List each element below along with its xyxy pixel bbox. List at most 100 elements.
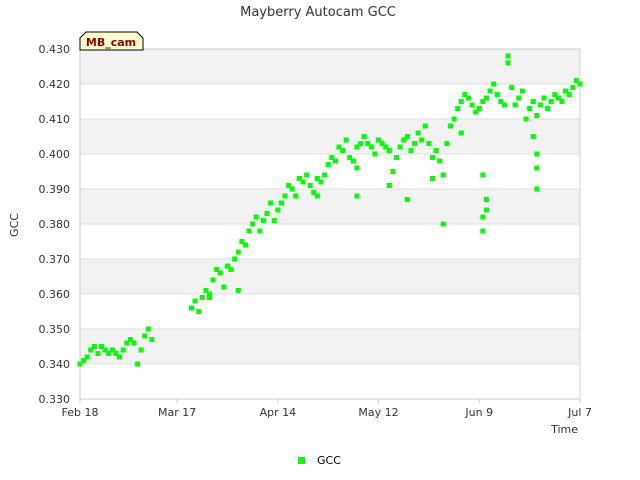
data-point — [451, 116, 457, 122]
data-point — [501, 102, 507, 108]
data-point — [142, 333, 148, 339]
data-point — [534, 151, 540, 157]
data-point — [509, 85, 515, 90]
data-point — [404, 134, 410, 139]
y-tick-label: 0.380 — [39, 218, 71, 231]
data-point — [332, 158, 338, 164]
data-point — [448, 123, 454, 129]
data-point — [300, 179, 306, 185]
y-tick-label: 0.330 — [39, 393, 71, 406]
y-tick-label: 0.420 — [39, 78, 71, 91]
data-point — [386, 183, 392, 188]
data-point — [354, 193, 360, 199]
data-point — [512, 102, 518, 108]
data-point — [430, 155, 436, 160]
data-point — [419, 137, 425, 143]
data-point — [527, 106, 533, 111]
data-point — [534, 165, 540, 171]
data-point — [350, 158, 356, 164]
data-point — [530, 134, 536, 139]
x-tick-label: Jun 9 — [464, 406, 493, 419]
grid-band — [80, 49, 580, 84]
grid-bands — [80, 49, 580, 364]
y-tick-label: 0.350 — [39, 323, 71, 336]
data-point — [505, 53, 511, 59]
data-point — [325, 162, 331, 167]
y-tick-label: 0.340 — [39, 358, 71, 371]
data-point — [228, 267, 234, 272]
data-point — [523, 116, 529, 122]
data-point — [390, 169, 396, 174]
data-point — [404, 197, 410, 202]
data-point — [566, 92, 572, 97]
data-point — [131, 340, 137, 346]
data-point — [271, 218, 277, 223]
data-point — [206, 295, 212, 300]
data-point — [260, 218, 266, 223]
data-point — [217, 270, 223, 276]
data-point — [483, 207, 489, 213]
data-point — [519, 88, 525, 94]
data-point — [275, 207, 281, 213]
data-point — [257, 228, 263, 234]
data-point — [458, 99, 464, 104]
data-point — [304, 172, 310, 178]
data-point — [494, 92, 500, 97]
data-point — [354, 165, 360, 171]
data-point — [386, 148, 392, 153]
x-tick-label: Jul 7 — [567, 406, 592, 419]
data-point — [440, 172, 446, 178]
data-point — [192, 298, 198, 304]
data-point — [264, 211, 270, 216]
data-point — [440, 221, 446, 227]
data-point — [138, 347, 144, 353]
data-point — [322, 172, 328, 178]
data-point — [199, 295, 205, 300]
data-point — [289, 186, 295, 192]
data-point — [210, 277, 216, 283]
data-point — [530, 99, 536, 104]
grid-band — [80, 259, 580, 294]
data-point — [235, 249, 241, 255]
data-point — [570, 85, 576, 90]
data-point — [408, 148, 414, 153]
data-point — [235, 288, 241, 293]
data-point — [480, 172, 486, 178]
data-point — [145, 326, 151, 332]
data-point — [221, 284, 227, 290]
data-point — [465, 95, 471, 101]
data-point — [469, 102, 475, 108]
data-point — [117, 354, 123, 360]
data-point — [541, 95, 547, 101]
legend: GCC — [298, 454, 341, 467]
data-point — [422, 123, 428, 129]
y-tick-label: 0.390 — [39, 183, 71, 196]
data-point — [318, 179, 324, 185]
data-point — [534, 113, 540, 118]
data-point — [433, 148, 439, 153]
x-tick-label: Feb 18 — [62, 406, 99, 419]
data-point — [480, 214, 486, 220]
data-point — [415, 130, 421, 136]
data-point — [537, 102, 543, 108]
data-point — [372, 151, 378, 157]
data-point — [120, 347, 126, 353]
y-tick-label: 0.400 — [39, 148, 71, 161]
data-point — [250, 221, 256, 227]
data-point — [84, 354, 90, 360]
chart-title: Mayberry Autocam GCC — [240, 5, 396, 20]
data-point — [426, 141, 432, 146]
gcc-chart: Mayberry Autocam GCC 0.330 0.340 0.350 0.36… — [8, 5, 592, 467]
data-point — [196, 309, 202, 314]
data-point — [394, 155, 400, 160]
grid-band — [80, 189, 580, 224]
data-point — [149, 337, 155, 342]
data-point — [412, 141, 418, 146]
legend-marker-gcc — [298, 457, 305, 464]
data-point — [91, 344, 97, 349]
y-axis-tick-labels: 0.330 0.340 0.350 0.360 0.370 0.380 0.390 0.400… — [39, 43, 71, 406]
data-point — [480, 228, 486, 234]
grid-band — [80, 119, 580, 154]
x-tick-label: May 12 — [358, 406, 398, 419]
data-point — [307, 183, 313, 188]
